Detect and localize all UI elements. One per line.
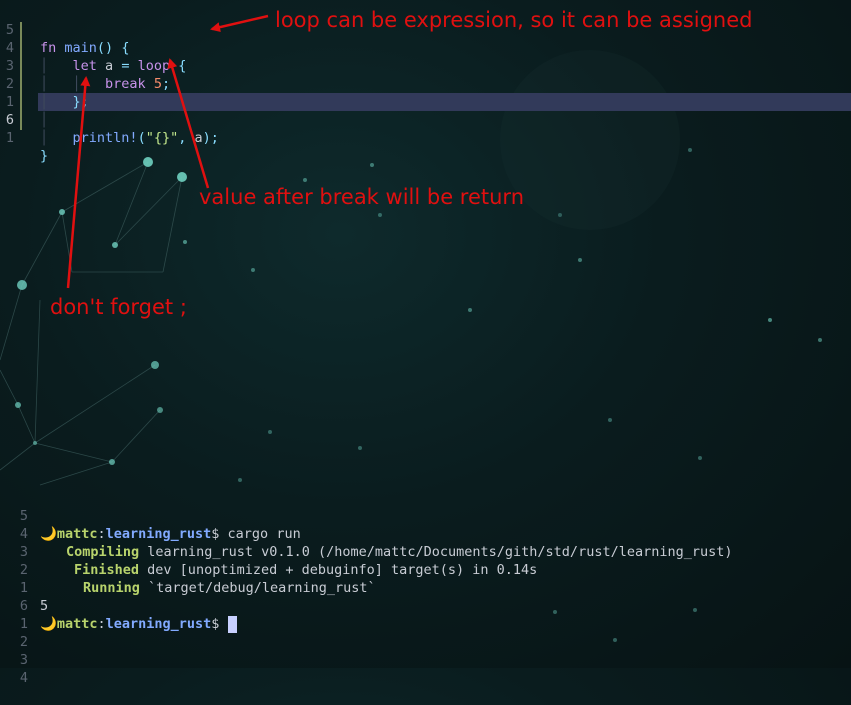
terminal-line: 2 Running `target/debug/learning_rust` [0, 543, 376, 596]
compiling-label: Compiling [66, 544, 140, 560]
prompt-dollar: $ [211, 526, 220, 542]
prompt-dollar: $ [211, 616, 220, 632]
terminal-line: 3 Finished dev [unoptimized + debuginfo]… [0, 525, 537, 578]
moon-icon: 🌙 [40, 616, 57, 632]
running-label: Running [83, 580, 140, 596]
terminal-line: 1 5 [0, 561, 48, 614]
terminal-line[interactable]: 6 🌙mattc:learning_rust$ [0, 579, 237, 633]
annotation-break-value: value after break will be return [199, 185, 525, 209]
terminal-line: 3 [0, 633, 33, 668]
prompt-separator: : [97, 526, 106, 542]
program-output: 5 [40, 598, 49, 614]
running-text: `target/debug/learning_rust` [148, 580, 376, 596]
terminal-cursor[interactable] [227, 615, 237, 633]
moon-icon: 🌙 [40, 526, 57, 542]
prompt-directory: learning_rust [105, 616, 212, 632]
terminal-line: 1 [0, 597, 33, 632]
line-number: 4 [19, 670, 28, 686]
prompt-line[interactable]: 🌙mattc:learning_rust$ [40, 615, 237, 633]
compiling-text: learning_rust v0.1.0 (/home/mattc/Docume… [147, 544, 733, 560]
running-line: Running `target/debug/learning_rust` [83, 579, 376, 597]
prompt-directory: learning_rust [105, 526, 212, 542]
annotation-semicolon: don't forget ; [50, 295, 187, 319]
terminal-line: 2 [0, 615, 33, 650]
terminal-command: cargo run [227, 526, 301, 542]
annotation-loop-expression: loop can be expression, so it can be ass… [275, 8, 753, 32]
finished-line: Finished dev [unoptimized + debuginfo] t… [74, 561, 537, 579]
prompt-separator: : [97, 616, 106, 632]
finished-text: dev [unoptimized + debuginfo] target(s) … [147, 562, 538, 578]
finished-label: Finished [74, 562, 140, 578]
terminal-line: 5 🌙mattc:learning_rust$ cargo run [0, 489, 301, 542]
prompt-user: mattc [56, 526, 98, 542]
compiling-line: Compiling learning_rust v0.1.0 (/home/ma… [66, 543, 733, 561]
terminal-line: 4 [0, 651, 33, 686]
prompt-user: mattc [56, 616, 98, 632]
terminal-line: 4 Compiling learning_rust v0.1.0 (/home/… [0, 507, 733, 560]
prompt-line: 🌙mattc:learning_rust$ cargo run [40, 525, 301, 543]
